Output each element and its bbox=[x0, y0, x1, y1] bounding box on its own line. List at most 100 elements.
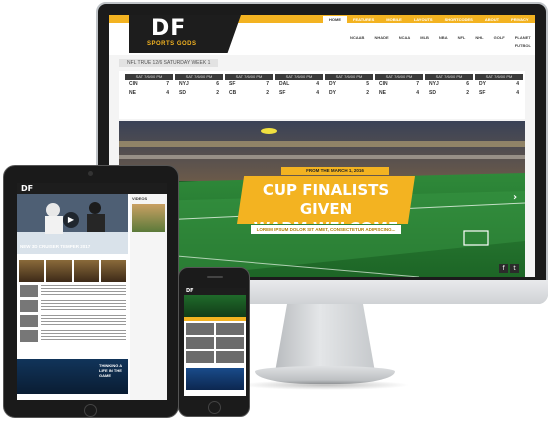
category-link[interactable]: NFL bbox=[453, 34, 471, 50]
list-text bbox=[41, 315, 126, 327]
score-card[interactable]: SAT 7/6/00 PM DAL 4 SF 4 bbox=[275, 74, 323, 116]
team-name: DY bbox=[479, 81, 486, 87]
hero-title-line-1: CUP FINALISTS GIVEN bbox=[262, 181, 390, 218]
tablet-device: DF ▶ NEW 3D CRUISER TEMPER 2017 THINKING… bbox=[3, 165, 179, 418]
twitter-icon[interactable]: t bbox=[510, 264, 519, 273]
site-logo[interactable]: DF SPORTS GODS bbox=[129, 15, 241, 53]
team-score: 4 bbox=[516, 81, 519, 87]
list-item[interactable] bbox=[20, 315, 126, 327]
tablet-article-list bbox=[20, 285, 126, 345]
team-name: NE bbox=[379, 90, 386, 96]
slider-next-icon[interactable]: › bbox=[513, 191, 523, 205]
score-row-home: CIN 7 bbox=[375, 80, 423, 89]
score-row-home: DY 5 bbox=[325, 80, 373, 89]
tablet-screen: DF ▶ NEW 3D CRUISER TEMPER 2017 THINKING… bbox=[17, 183, 167, 400]
score-row-home: NYJ 6 bbox=[425, 80, 473, 89]
sidebar-title: VIDEOS bbox=[132, 196, 148, 201]
score-row-away: DY 2 bbox=[325, 89, 373, 98]
nav-features[interactable]: FEATURES bbox=[347, 16, 380, 23]
tablet-feature-band[interactable]: THINKING A LIFE IN THE GAME bbox=[17, 359, 128, 394]
score-row-away: SF 4 bbox=[475, 89, 523, 98]
imac-stand bbox=[275, 304, 375, 372]
phone-hero[interactable] bbox=[184, 295, 246, 317]
camera-icon bbox=[88, 171, 93, 176]
score-row-home: DY 4 bbox=[475, 80, 523, 89]
team-name: CIN bbox=[129, 81, 138, 87]
team-name: NYJ bbox=[179, 81, 189, 87]
score-card[interactable]: SAT 7/6/00 PM CIN 7 NE 4 bbox=[125, 74, 173, 116]
phone-header: DF bbox=[184, 288, 246, 295]
phone-card[interactable] bbox=[186, 337, 214, 349]
phone-card[interactable] bbox=[186, 351, 214, 363]
tablet-thumbnails bbox=[17, 260, 128, 282]
team-score: 4 bbox=[316, 90, 319, 96]
nav-layouts[interactable]: LAYOUTS bbox=[408, 16, 439, 23]
thumbnail[interactable] bbox=[73, 260, 99, 282]
thumbnail[interactable] bbox=[46, 260, 72, 282]
tablet-header: DF bbox=[17, 183, 167, 194]
score-card[interactable]: SAT 7/6/00 PM SF 7 CB 2 bbox=[225, 74, 273, 116]
score-row-away: CB 2 bbox=[225, 89, 273, 98]
hero-title-box[interactable]: CUP FINALISTS GIVEN WARM WELCOME bbox=[237, 176, 415, 224]
score-card[interactable]: SAT 7/6/00 PM CIN 7 NE 4 bbox=[375, 74, 423, 116]
category-link[interactable]: NHADE bbox=[369, 34, 393, 50]
team-score: 4 bbox=[316, 81, 319, 87]
play-icon[interactable]: ▶ bbox=[63, 212, 79, 228]
team-name: SD bbox=[429, 90, 436, 96]
tablet-sidebar: VIDEOS bbox=[130, 194, 167, 400]
category-link[interactable]: PLANET FUTBOL bbox=[510, 34, 535, 50]
category-link[interactable]: NCAA bbox=[394, 34, 416, 50]
category-link[interactable]: NBA bbox=[434, 34, 453, 50]
tablet-logo[interactable]: DF bbox=[21, 184, 33, 193]
category-link[interactable]: NHL bbox=[470, 34, 488, 50]
nav-home[interactable]: HOME bbox=[323, 16, 347, 23]
category-link[interactable]: NCAAB bbox=[345, 34, 369, 50]
team-name: DY bbox=[329, 81, 336, 87]
breadcrumb: NFL TRUE 12/6 SATURDAY WEEK 1 bbox=[119, 59, 219, 67]
hero-slider[interactable]: ‹ › FROM THE MARCH 1, 2016 CUP FINALISTS… bbox=[119, 121, 525, 277]
list-item[interactable] bbox=[20, 285, 126, 297]
facebook-icon[interactable]: f bbox=[499, 264, 508, 273]
team-score: 6 bbox=[216, 81, 219, 87]
phone-feature[interactable] bbox=[186, 368, 244, 390]
score-card[interactable]: SAT 7/6/00 PM NYJ 6 SD 2 bbox=[425, 74, 473, 116]
sidebar-image[interactable] bbox=[132, 204, 165, 232]
nav-shortcodes[interactable]: SHORTCODES bbox=[439, 16, 479, 23]
logo-tagline: SPORTS GODS bbox=[147, 41, 197, 47]
nav-mobile-ui[interactable]: MOBILE UI bbox=[380, 16, 408, 29]
list-thumb bbox=[20, 285, 38, 297]
team-score: 2 bbox=[366, 90, 369, 96]
nav-privacy-policy[interactable]: PRIVACY POLICY bbox=[505, 16, 535, 29]
tablet-hero[interactable]: ▶ NEW 3D CRUISER TEMPER 2017 bbox=[17, 194, 128, 254]
list-thumb bbox=[20, 330, 38, 342]
team-name: CB bbox=[229, 90, 237, 96]
home-button-icon bbox=[208, 401, 221, 414]
team-name: CIN bbox=[379, 81, 388, 87]
team-score: 4 bbox=[166, 90, 169, 96]
list-text bbox=[41, 285, 126, 297]
list-item[interactable] bbox=[20, 330, 126, 342]
team-name: SD bbox=[179, 90, 186, 96]
category-link[interactable]: MLB bbox=[415, 34, 434, 50]
nav-about-us[interactable]: ABOUT US bbox=[479, 16, 505, 29]
list-item[interactable] bbox=[20, 300, 126, 312]
team-score: 7 bbox=[416, 81, 419, 87]
score-row-away: SD 2 bbox=[175, 89, 223, 98]
thumbnail[interactable] bbox=[100, 260, 126, 282]
phone-card[interactable] bbox=[216, 337, 244, 349]
site-header: DF SPORTS GODS HOME FEATURES MOBILE UI L… bbox=[109, 15, 535, 55]
category-link[interactable]: GOLF bbox=[489, 34, 510, 50]
team-name: DY bbox=[329, 90, 336, 96]
phone-card[interactable] bbox=[216, 323, 244, 335]
phone-logo[interactable]: DF bbox=[186, 288, 194, 295]
category-nav: NCAAB NHADE NCAA MLB NBA NFL NHL GOLF PL… bbox=[345, 34, 535, 50]
score-card[interactable]: SAT 7/6/00 PM NYJ 6 SD 2 bbox=[175, 74, 223, 116]
phone-card[interactable] bbox=[186, 323, 214, 335]
tablet-headline[interactable]: NEW 3D CRUISER TEMPER 2017 bbox=[20, 244, 90, 250]
score-card[interactable]: SAT 7/6/00 PM DY 5 DY 2 bbox=[325, 74, 373, 116]
score-card[interactable]: SAT 7/6/00 PM DY 4 SF 4 bbox=[475, 74, 523, 116]
phone-card[interactable] bbox=[216, 351, 244, 363]
hero-excerpt: LOREM IPSUM DOLOR SIT AMET, CONSECTETUR … bbox=[251, 225, 401, 234]
thumbnail[interactable] bbox=[19, 260, 45, 282]
imac-shadow bbox=[240, 380, 410, 390]
